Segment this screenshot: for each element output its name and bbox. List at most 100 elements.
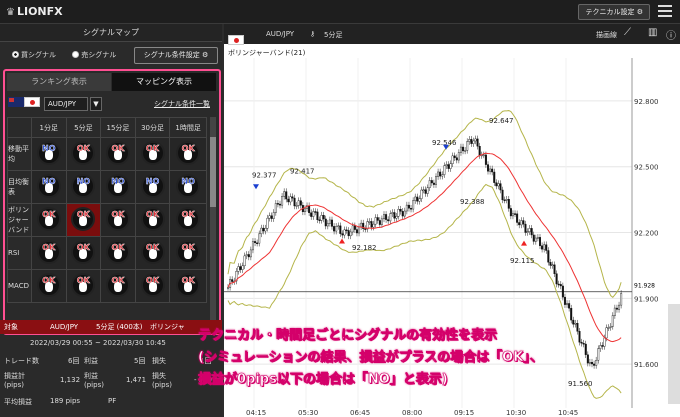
- signal-cell[interactable]: NO: [134, 170, 171, 204]
- candle: [387, 219, 390, 222]
- signal-result: OK: [181, 144, 195, 153]
- grid-row: 移動平均 NO OK OK OK OK: [7, 137, 207, 171]
- candle: [281, 196, 284, 206]
- price-tick-label: 92.200: [634, 230, 659, 238]
- signal-cell[interactable]: OK: [169, 269, 207, 303]
- menu-icon[interactable]: [658, 5, 672, 17]
- drawing-tools-label[interactable]: 描画線: [596, 30, 617, 40]
- radio-buy-dot[interactable]: [12, 51, 19, 58]
- candle: [399, 209, 402, 212]
- signal-cell[interactable]: OK: [169, 203, 207, 237]
- target-period: 5分足 (400本): [96, 323, 143, 331]
- signal-face-icon: OK: [71, 273, 96, 297]
- candle: [316, 211, 319, 221]
- candle: [528, 228, 531, 232]
- tab-mapping[interactable]: マッピング表示: [112, 73, 216, 91]
- signal-cell[interactable]: OK: [134, 236, 171, 270]
- signal-cell[interactable]: NO: [65, 170, 102, 204]
- signal-cell[interactable]: OK: [169, 236, 207, 270]
- drawing-line-icon[interactable]: ⟋: [624, 27, 631, 38]
- signal-result: OK: [181, 276, 195, 285]
- signal-result: OK: [111, 210, 125, 219]
- top-bar: ♛ LIONFX テクニカル設定 ⚙: [0, 0, 680, 24]
- info-icon[interactable]: ⓘ: [666, 27, 676, 42]
- candle: [559, 284, 562, 287]
- price-annotation: 92.417: [290, 167, 315, 175]
- paint-icon[interactable]: ▥: [648, 27, 657, 38]
- signal-result: NO: [42, 177, 56, 186]
- radio-sell-label: 売シグナル: [81, 51, 117, 59]
- signal-result: OK: [146, 276, 160, 285]
- grid-col-header: 30分足: [134, 117, 171, 138]
- signal-cell[interactable]: OK: [134, 203, 171, 237]
- signal-cell[interactable]: NO: [169, 170, 207, 204]
- radio-buy[interactable]: 買シグナル: [12, 51, 56, 59]
- candle: [418, 198, 421, 202]
- signal-cell[interactable]: OK: [100, 269, 136, 303]
- signal-type-radios: 買シグナル 売シグナル: [12, 50, 130, 60]
- signal-cell[interactable]: OK: [31, 269, 67, 303]
- signal-cell[interactable]: NO: [31, 137, 67, 171]
- signal-cond-list-link[interactable]: シグナル条件一覧: [154, 99, 210, 109]
- candle: [437, 171, 440, 177]
- signal-cell[interactable]: OK: [65, 203, 102, 237]
- signal-cell[interactable]: OK: [65, 236, 102, 270]
- signal-cell[interactable]: OK: [169, 137, 207, 171]
- chevron-down-icon[interactable]: ▼: [90, 97, 102, 111]
- jpy-flag-icon: [228, 35, 244, 45]
- signal-cell[interactable]: NO: [31, 170, 67, 204]
- candle: [239, 266, 242, 270]
- chart-pair[interactable]: AUD/JPY: [266, 30, 294, 38]
- app-logo: ♛ LIONFX: [6, 5, 63, 18]
- radio-sell-dot[interactable]: [72, 51, 80, 58]
- indicator-title: ボリンジャーバンド(21): [228, 49, 306, 57]
- signal-cell[interactable]: OK: [65, 269, 102, 303]
- signal-cell[interactable]: OK: [100, 236, 136, 270]
- target-indicator: ボリンジャ: [150, 323, 185, 331]
- candle: [364, 228, 367, 230]
- signal-result: OK: [181, 210, 195, 219]
- signal-cell[interactable]: OK: [100, 137, 136, 171]
- signal-face-icon: OK: [105, 207, 130, 231]
- signal-cell[interactable]: OK: [31, 236, 67, 270]
- signal-cell[interactable]: OK: [65, 137, 102, 171]
- grid-scrollbar[interactable]: [210, 117, 216, 327]
- signal-cell[interactable]: OK: [31, 203, 67, 237]
- signal-face-icon: NO: [36, 141, 61, 165]
- candle: [493, 171, 496, 183]
- candle: [312, 211, 315, 217]
- candle: [501, 189, 504, 201]
- candle: [372, 223, 375, 228]
- profit-label: 利益: [84, 357, 98, 365]
- chart-timeframe[interactable]: 5分足: [324, 30, 342, 40]
- grid-row: 目均衡表 NO NO NO NO NO: [7, 170, 207, 204]
- signal-cell[interactable]: OK: [134, 269, 171, 303]
- pair-select[interactable]: AUD/JPY: [44, 97, 88, 111]
- grid-row-header: 目均衡表: [7, 170, 32, 204]
- tab-ranking[interactable]: ランキング表示: [7, 73, 111, 91]
- pl-label: 損益計 (pips): [4, 372, 25, 389]
- candle: [414, 196, 417, 201]
- candle: [451, 155, 454, 164]
- candle: [484, 154, 487, 165]
- signal-result: NO: [76, 177, 91, 186]
- candle: [262, 227, 265, 232]
- radio-sell[interactable]: 売シグナル: [72, 51, 116, 59]
- grid-row-header: 移動平均: [7, 137, 32, 171]
- signal-cond-settings-button[interactable]: シグナル条件設定 ⚙: [134, 47, 218, 64]
- tech-settings-button[interactable]: テクニカル設定 ⚙: [578, 4, 650, 20]
- candle: [522, 220, 525, 225]
- candle: [258, 233, 261, 244]
- candle: [241, 265, 244, 270]
- candle: [572, 319, 575, 325]
- candle: [320, 215, 323, 221]
- candle: [511, 213, 514, 217]
- candle: [509, 208, 512, 217]
- signal-cell[interactable]: OK: [100, 203, 136, 237]
- candle: [249, 249, 252, 258]
- signal-result: OK: [146, 210, 160, 219]
- signal-cell[interactable]: NO: [100, 170, 136, 204]
- candle: [266, 217, 269, 229]
- cond-settings-label: シグナル条件設定: [143, 51, 200, 59]
- signal-cell[interactable]: OK: [134, 137, 171, 171]
